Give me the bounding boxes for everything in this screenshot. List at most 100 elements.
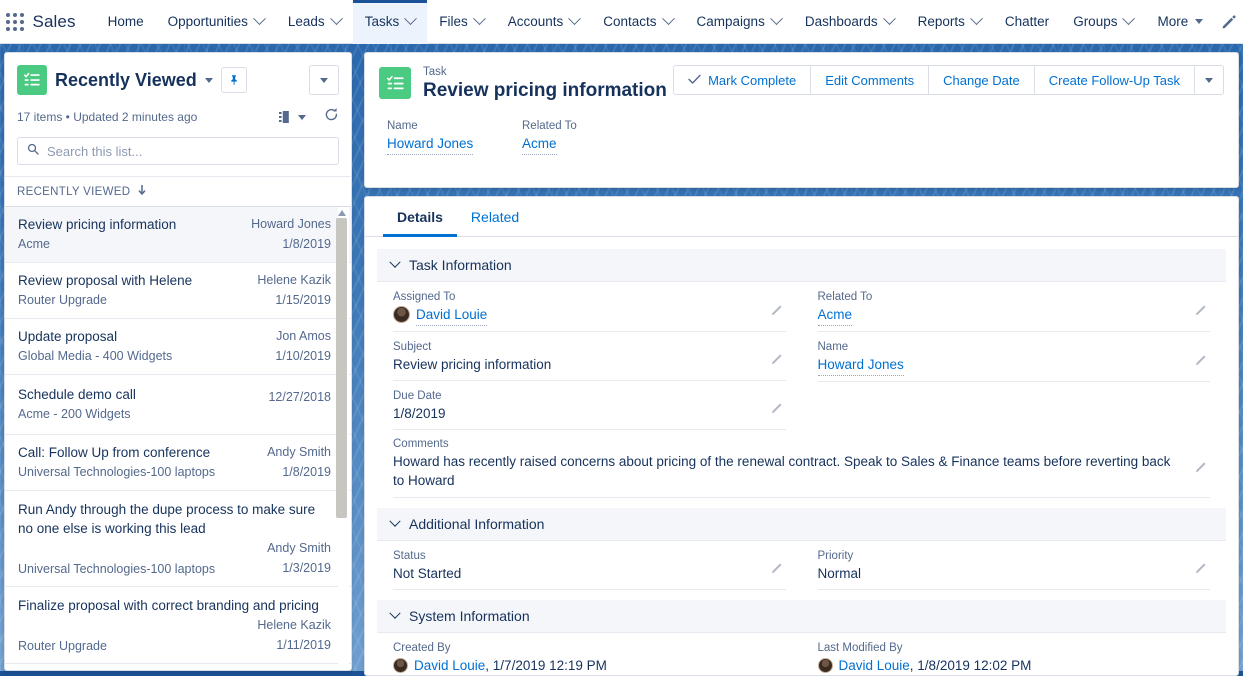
- list-item[interactable]: Update proposal Global Media - 400 Widge…: [5, 319, 351, 375]
- nav-item-groups[interactable]: Groups: [1061, 0, 1145, 44]
- chevron-down-icon: [389, 257, 400, 268]
- nav-item-leads[interactable]: Leads: [276, 0, 353, 44]
- nav-item-reports[interactable]: Reports: [906, 0, 993, 44]
- edit-pencil-icon[interactable]: [771, 561, 784, 579]
- scroll-up-arrow-icon[interactable]: [336, 207, 348, 218]
- nav-item-home[interactable]: Home: [96, 0, 156, 44]
- record-highlight-fields: Name Howard Jones Related To Acme: [365, 103, 1238, 155]
- tab-related[interactable]: Related: [457, 197, 533, 236]
- list-item[interactable]: Call: Follow Up from conference Universa…: [5, 435, 351, 491]
- chevron-down-icon: [568, 12, 581, 25]
- edit-pencil-icon[interactable]: [771, 303, 784, 321]
- field-value: Review pricing information: [393, 355, 786, 375]
- field-label: Status: [393, 549, 786, 564]
- list-scrollbar-thumb[interactable]: [336, 218, 347, 518]
- nav-item-chatter[interactable]: Chatter: [993, 0, 1061, 44]
- change-date-button[interactable]: Change Date: [928, 65, 1035, 95]
- tab-details[interactable]: Details: [383, 197, 457, 236]
- chevron-down-icon: [253, 12, 266, 25]
- field-comments: Comments Howard has recently raised conc…: [393, 430, 1210, 498]
- edit-pencil-icon[interactable]: [1195, 353, 1208, 371]
- nav-item-dashboards[interactable]: Dashboards: [793, 0, 906, 44]
- list-item[interactable]: Review pricing information Acme Howard J…: [5, 207, 351, 263]
- create-follow-up-task-button[interactable]: Create Follow-Up Task: [1034, 65, 1195, 95]
- nav-item-accounts[interactable]: Accounts: [496, 0, 592, 44]
- field-label: Comments: [393, 437, 1210, 452]
- change-date-label: Change Date: [943, 73, 1020, 88]
- record-titles: Task Review pricing information: [423, 65, 667, 103]
- field-link[interactable]: Acme: [818, 305, 853, 326]
- field-value: Howard has recently raised concerns abou…: [393, 452, 1210, 490]
- list-item[interactable]: Email: notes on outstanding issues Gerry…: [5, 664, 351, 671]
- chevron-down-icon: [404, 12, 417, 25]
- nav-item-tasks[interactable]: Tasks: [353, 0, 428, 44]
- edit-page-pencil-icon[interactable]: [1215, 14, 1243, 30]
- list-item-subtitle: Universal Technologies-100 laptops: [18, 562, 215, 576]
- system-information-right-column: Last Modified By David Louie, 1/8/2019 1…: [802, 633, 1227, 676]
- nav-item-label: Reports: [918, 14, 965, 29]
- additional-information-fields: Status Not Started Priority Normal: [365, 541, 1238, 590]
- list-view-title[interactable]: Recently Viewed: [55, 70, 197, 91]
- edit-comments-button[interactable]: Edit Comments: [810, 65, 929, 95]
- highlight-field-value[interactable]: Howard Jones: [387, 134, 473, 155]
- list-item[interactable]: Review proposal with Helene Router Upgra…: [5, 263, 351, 319]
- list-item-person: Helene Kazik: [257, 272, 331, 289]
- field-value: 1/8/2019: [393, 404, 786, 424]
- list-item-date: 1/10/2019: [275, 348, 331, 364]
- system-information-left-column: Created By David Louie, 1/7/2019 12:19 P…: [377, 633, 802, 676]
- app-name-label[interactable]: Sales: [31, 12, 96, 32]
- field-link[interactable]: David Louie: [414, 656, 485, 676]
- edit-pencil-icon[interactable]: [1195, 303, 1208, 321]
- list-item-meta: Andy Smith 1/3/2019: [267, 540, 331, 576]
- edit-pencil-icon[interactable]: [1195, 460, 1208, 478]
- mark-complete-button[interactable]: Mark Complete: [673, 65, 811, 95]
- list-display-icon[interactable]: [279, 111, 306, 124]
- list-view-selector-caret-icon[interactable]: [205, 78, 213, 83]
- field-link[interactable]: Howard Jones: [818, 355, 904, 376]
- field-link[interactable]: David Louie: [839, 656, 910, 676]
- list-column-header[interactable]: RECENTLY VIEWED: [5, 176, 351, 207]
- list-item-bottom-line: Router Upgrade Helene Kazik 1/11/2019: [18, 617, 331, 653]
- edit-pencil-icon[interactable]: [771, 352, 784, 370]
- list-item-bottom-line: Universal Technologies-100 laptops Andy …: [18, 540, 331, 576]
- list-search-box[interactable]: [17, 137, 339, 165]
- edit-pencil-icon[interactable]: [1195, 561, 1208, 579]
- list-view-tools: [279, 107, 339, 127]
- section-header-additional-information[interactable]: Additional Information: [377, 508, 1226, 541]
- nav-item-campaigns[interactable]: Campaigns: [685, 0, 793, 44]
- comments-field-wrapper: Comments Howard has recently raised conc…: [365, 430, 1238, 498]
- list-item[interactable]: Schedule demo call Acme - 200 Widgets 12…: [5, 375, 351, 435]
- pin-list-view-button[interactable]: [221, 67, 247, 93]
- chevron-down-icon: [970, 12, 983, 25]
- list-view-controls-button[interactable]: [309, 65, 339, 95]
- refresh-icon[interactable]: [324, 107, 339, 127]
- nav-item-label: Accounts: [508, 14, 564, 29]
- mark-complete-label: Mark Complete: [708, 73, 796, 88]
- list-item-subtitle: Router Upgrade: [18, 639, 107, 653]
- highlight-field-related-to: Related To Acme: [522, 119, 657, 155]
- list-item[interactable]: Finalize proposal with correct branding …: [5, 587, 351, 664]
- section-header-task-information[interactable]: Task Information: [377, 249, 1226, 282]
- highlight-field-value[interactable]: Acme: [522, 134, 557, 155]
- nav-item-opportunities[interactable]: Opportunities: [156, 0, 276, 44]
- list-item-subtitle: Acme: [18, 236, 243, 252]
- list-item[interactable]: Run Andy through the dupe process to mak…: [5, 491, 351, 587]
- tab-label: Related: [471, 209, 519, 225]
- list-item-date: 12/27/2018: [268, 389, 331, 405]
- nav-item-contacts[interactable]: Contacts: [591, 0, 684, 44]
- field-label: Assigned To: [393, 290, 786, 305]
- nav-item-label: Tasks: [365, 14, 400, 29]
- nav-item-files[interactable]: Files: [427, 0, 496, 44]
- app-launcher-icon[interactable]: [0, 0, 31, 44]
- field-link[interactable]: David Louie: [416, 305, 487, 326]
- section-header-system-information[interactable]: System Information: [377, 600, 1226, 633]
- nav-item-label: Campaigns: [697, 14, 765, 29]
- search-input[interactable]: [47, 144, 329, 159]
- field-status: Status Not Started: [393, 541, 786, 590]
- field-value: David Louie, 1/8/2019 12:02 PM: [818, 656, 1211, 676]
- more-actions-button[interactable]: [1194, 65, 1224, 95]
- edit-pencil-icon[interactable]: [771, 401, 784, 419]
- nav-item-more[interactable]: More: [1145, 0, 1215, 44]
- list-item-title: Review pricing information: [18, 216, 243, 233]
- list-scrollbar-track[interactable]: [338, 207, 349, 671]
